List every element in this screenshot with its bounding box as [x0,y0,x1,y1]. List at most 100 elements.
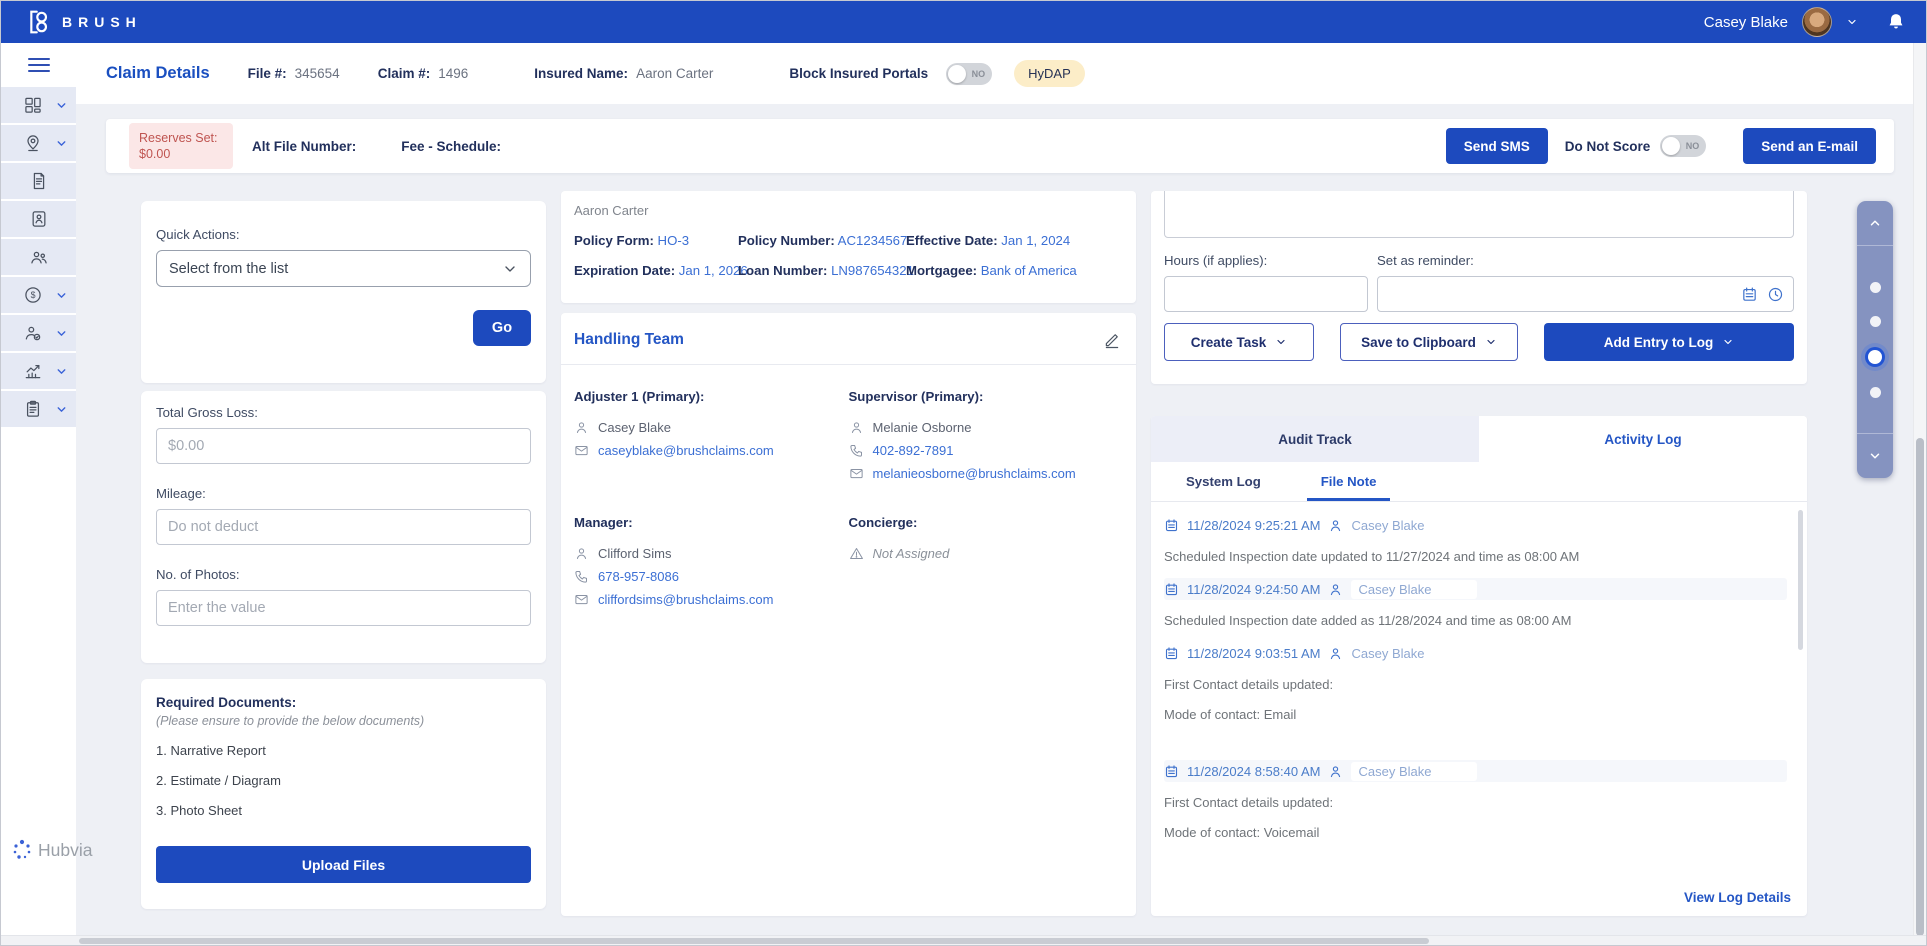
chevron-down-icon [502,261,518,277]
billing-dollar-icon: $ [23,285,43,305]
send-sms-button[interactable]: Send SMS [1446,128,1548,164]
expiration-date-label: Expiration Date: [574,263,675,278]
effective-date-value[interactable]: Jan 1, 2024 [1001,233,1070,248]
go-button[interactable]: Go [473,310,531,346]
sidebar-item-dashboard[interactable] [1,87,76,123]
log-entry-timestamp: 11/28/2024 9:25:21 AM [1187,518,1320,533]
hours-label: Hours (if applies): [1164,253,1368,268]
log-entry: 11/28/2024 9:25:21 AM Casey Blake Schedu… [1164,514,1787,566]
reminder-input[interactable] [1377,276,1794,312]
contact-card-icon [29,209,49,229]
avatar[interactable] [1802,7,1832,37]
required-document-item: 1. Narrative Report [156,743,531,758]
navigate-down-button[interactable] [1857,434,1893,478]
supervisor-email-link[interactable]: melanieosborne@brushclaims.com [873,466,1076,481]
page-horizontal-scrollbar[interactable] [1,935,1926,945]
chevron-down-icon [55,365,68,378]
log-entry-textarea[interactable] [1164,191,1794,238]
do-not-score-toggle[interactable]: NO [1660,135,1706,157]
person-icon [1328,518,1343,533]
sidebar-item-team[interactable] [1,239,76,275]
log-entries-list: 11/28/2024 9:25:21 AM Casey Blake Schedu… [1151,502,1807,878]
supervisor-phone-link[interactable]: 402-892-7891 [873,443,954,458]
block-insured-portals-toggle[interactable]: NO [946,63,992,85]
calendar-icon[interactable] [1741,286,1758,303]
view-log-details-link[interactable]: View Log Details [1684,890,1791,905]
sidebar-item-documents[interactable] [1,163,76,199]
add-entry-to-log-button[interactable]: Add Entry to Log [1544,323,1794,361]
adjuster-email-link[interactable]: caseyblake@brushclaims.com [598,443,774,458]
section-dot-3-active[interactable] [1868,350,1882,364]
manager-email-link[interactable]: cliffordsims@brushclaims.com [598,592,774,607]
notifications-bell-icon[interactable] [1886,12,1906,32]
total-gross-loss-input[interactable] [156,428,531,464]
manager-phone-link[interactable]: 678-957-8086 [598,569,679,584]
do-not-score-label: Do Not Score [1565,139,1651,154]
scrollbar-thumb[interactable] [79,938,1429,944]
log-list-scrollbar[interactable] [1798,510,1803,650]
page-title: Claim Details [106,64,210,83]
required-documents-title: Required Documents: [156,695,531,710]
hours-input[interactable] [1164,276,1368,312]
sidebar-item-locations[interactable] [1,125,76,161]
section-dot-4[interactable] [1870,387,1881,398]
chevron-down-icon[interactable] [1846,16,1858,28]
policy-number-value[interactable]: AC1234567 [838,233,908,248]
mileage-input[interactable] [156,509,531,545]
mileage-label: Mileage: [156,486,531,501]
phone-icon [574,569,589,584]
create-task-button[interactable]: Create Task [1164,323,1314,361]
photos-count-label: No. of Photos: [156,567,531,582]
subtab-system-log[interactable]: System Log [1186,474,1261,501]
policy-number-label: Policy Number: [738,233,835,248]
mail-icon [574,592,589,607]
photos-count-input[interactable] [156,590,531,626]
adjuster-block: Adjuster 1 (Primary): Casey Blake caseyb… [574,389,849,481]
svg-text:$: $ [30,290,35,300]
hubvia-logo-text: Hubvia [38,840,92,861]
log-entry: 11/28/2024 9:03:51 AM Casey Blake First … [1164,642,1787,724]
section-dot-2[interactable] [1870,316,1881,327]
quick-actions-select[interactable]: Select from the list [156,250,531,287]
manager-role-label: Manager: [574,515,849,530]
sidebar-item-reports[interactable] [1,353,76,389]
subtab-file-note[interactable]: File Note [1321,474,1377,501]
save-to-clipboard-button[interactable]: Save to Clipboard [1340,323,1518,361]
required-document-item: 2. Estimate / Diagram [156,773,531,788]
page-vertical-scrollbar[interactable] [1913,43,1926,935]
section-dot-1[interactable] [1870,282,1881,293]
people-icon [29,247,49,267]
sidebar-item-assignments[interactable] [1,315,76,351]
clock-icon[interactable] [1767,286,1784,303]
calendar-icon [1164,764,1179,779]
send-email-button[interactable]: Send an E-mail [1743,128,1876,164]
adjuster-role-label: Adjuster 1 (Primary): [574,389,849,404]
mortgagee-value[interactable]: Bank of America [981,263,1077,278]
reminder-label: Set as reminder: [1377,253,1794,268]
log-entry-timestamp: 11/28/2024 8:58:40 AM [1187,764,1320,779]
hubvia-dots-icon [11,837,35,863]
quick-actions-selected-value: Select from the list [169,261,288,277]
divider [561,364,1136,365]
sidebar-item-contacts[interactable] [1,201,76,237]
tab-activity-log[interactable]: Activity Log [1479,416,1807,462]
tab-audit-track[interactable]: Audit Track [1151,416,1479,462]
policy-form-value[interactable]: HO-3 [658,233,690,248]
upload-files-button[interactable]: Upload Files [156,846,531,883]
hamburger-menu-icon[interactable] [1,43,76,87]
reports-chart-icon [23,361,43,381]
chevron-down-icon [1485,336,1497,348]
reserves-label: Reserves Set: [139,131,233,145]
scrollbar-thumb[interactable] [1916,438,1924,936]
calendar-icon [1164,646,1179,661]
edit-handling-team-button[interactable] [1101,329,1123,351]
navigate-up-button[interactable] [1857,201,1893,245]
sidebar-item-forms[interactable] [1,391,76,427]
person-check-icon [23,323,43,343]
loan-number-value[interactable]: LN987654321 [831,263,914,278]
log-entry-card: Hours (if applies): Set as reminder: Cre… [1151,191,1807,384]
sidebar-item-billing[interactable]: $ [1,277,76,313]
claim-number-value: 1496 [438,66,468,81]
brand-logo[interactable]: BRUSH [27,9,142,35]
chevron-down-icon [55,99,68,112]
